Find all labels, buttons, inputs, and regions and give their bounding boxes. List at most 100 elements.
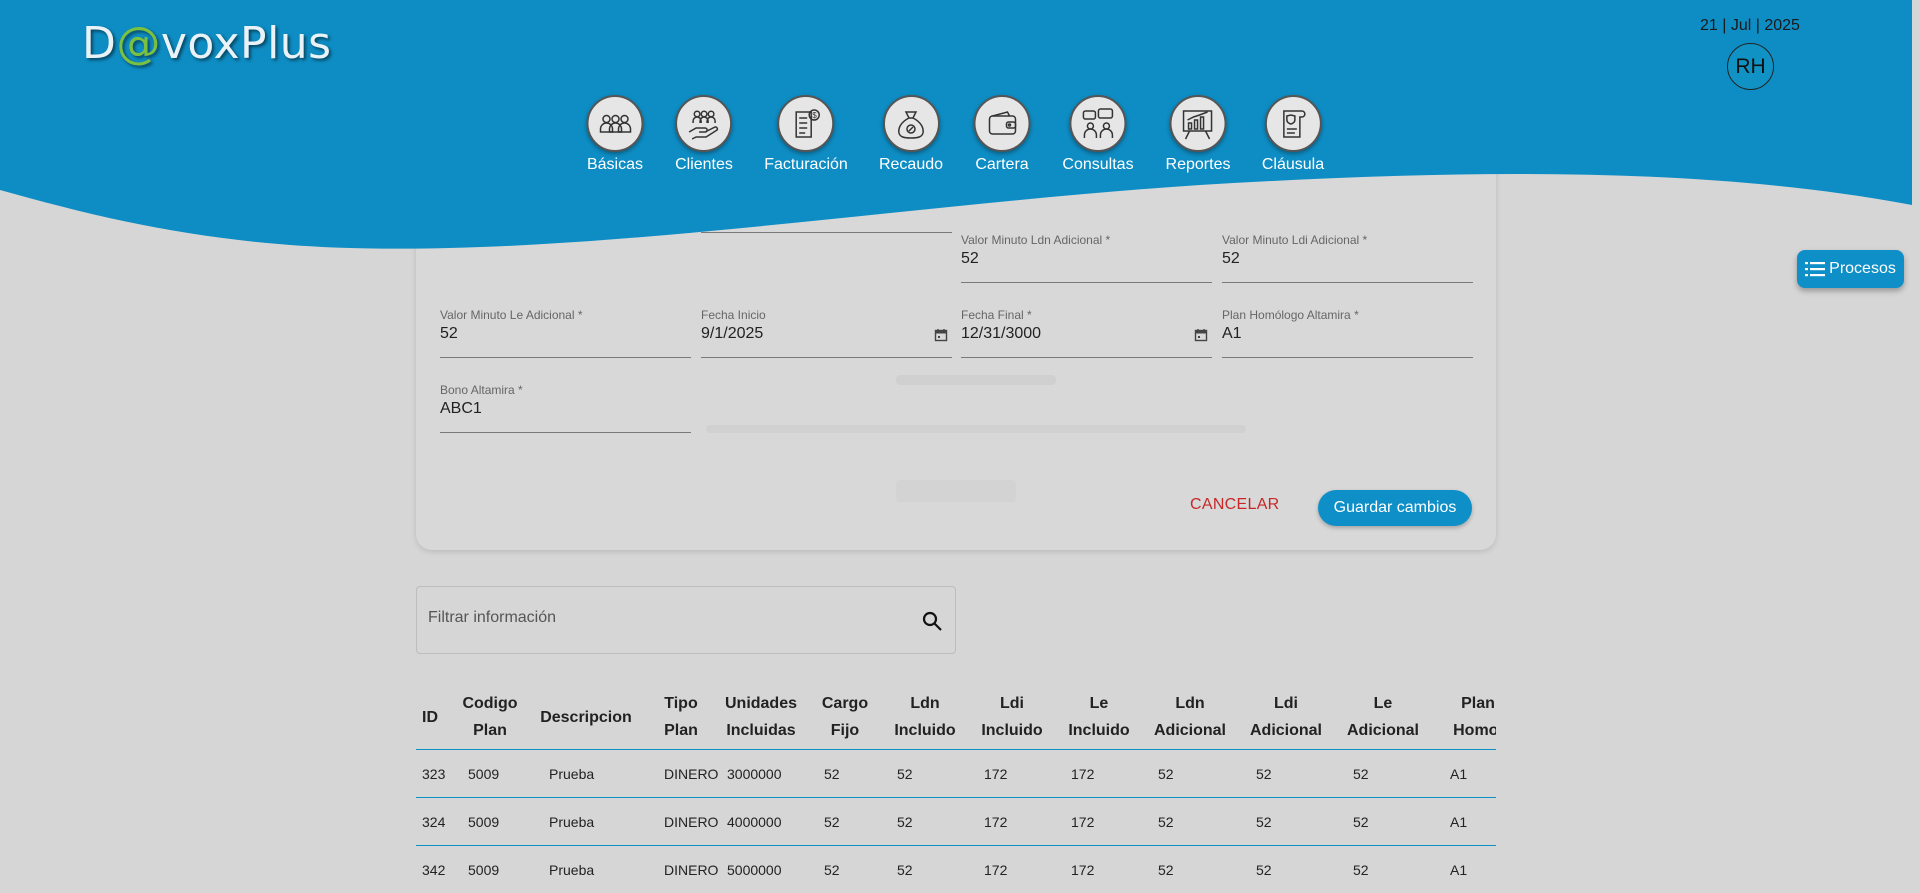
- column-header-descripcion[interactable]: Descripcion: [540, 684, 632, 750]
- cell-unidades: 4000000: [727, 813, 782, 830]
- filter-input[interactable]: [428, 609, 888, 627]
- column-header-id[interactable]: ID: [416, 684, 444, 750]
- cell-cargo: 52: [824, 765, 840, 782]
- column-header-tipo-plan[interactable]: Tipo Plan: [660, 684, 702, 750]
- table-row[interactable]: 342 5009 Prueba DINERO 5000000 52 52 172…: [416, 846, 1496, 893]
- money-bag-icon: [898, 110, 924, 139]
- calendar-icon[interactable]: [1194, 328, 1208, 342]
- end-date-field[interactable]: Fecha Final * 12/31/3000: [961, 308, 1212, 358]
- save-changes-button[interactable]: Guardar cambios: [1318, 490, 1472, 526]
- cell-le-adic: 52: [1353, 861, 1369, 878]
- field-value: 52: [961, 250, 979, 267]
- logo-letter: D: [82, 18, 117, 69]
- ldn-included-field[interactable]: 172: [440, 183, 691, 233]
- nav-facturacion[interactable]: $ Facturación: [764, 95, 848, 174]
- contract-icon: [1283, 109, 1306, 138]
- cell-tipo: DINERO: [664, 765, 719, 782]
- field-value: 172: [701, 200, 728, 217]
- cell-id: 323: [422, 765, 446, 782]
- field-value: 52: [440, 325, 458, 342]
- faded-overlay-text: [896, 375, 1056, 385]
- cell-le-incl: 172: [1071, 765, 1095, 782]
- ldi-included-field[interactable]: 172: [701, 183, 952, 233]
- nav-clientes[interactable]: Clientes: [675, 95, 733, 174]
- column-header-ldn-incluido[interactable]: Ldn Incluido: [892, 684, 958, 750]
- cell-ldn-incl: 52: [897, 861, 913, 878]
- app-logo[interactable]: D@voxPlus: [82, 18, 332, 69]
- filter-box: [416, 586, 956, 654]
- field-value: 9/1/2025: [701, 325, 764, 342]
- group-icon: [599, 114, 631, 133]
- nav-label: Reportes: [1165, 156, 1231, 173]
- cell-ldn-adic: 52: [1158, 861, 1174, 878]
- column-header-le-adicional[interactable]: Le Adicional: [1346, 684, 1420, 750]
- calendar-icon[interactable]: [934, 328, 948, 342]
- cell-ldi-adic: 52: [1256, 861, 1272, 878]
- cell-ldi-incl: 172: [984, 813, 1008, 830]
- cell-le-incl: 172: [1071, 861, 1095, 878]
- faded-overlay-text: [706, 425, 1246, 433]
- ldn-additional-field[interactable]: Valor Minuto Ldn Adicional * 52: [961, 233, 1212, 283]
- table-row[interactable]: 323 5009 Prueba DINERO 3000000 52 52 172…: [416, 750, 1496, 798]
- logo-text: voxPlus: [160, 18, 332, 69]
- nav-clausula[interactable]: Cláusula: [1262, 95, 1324, 174]
- cell-ldn-adic: 52: [1158, 813, 1174, 830]
- cell-unidades: 5000000: [727, 861, 782, 878]
- procesos-button[interactable]: Procesos: [1797, 250, 1904, 288]
- field-label: Bono Altamira *: [440, 383, 523, 397]
- cell-plan-hom: A1: [1450, 765, 1468, 782]
- cell-codigo: 5009: [468, 813, 500, 830]
- column-header-ldi-incluido[interactable]: Ldi Incluido: [979, 684, 1045, 750]
- nav-recaudo[interactable]: Recaudo: [879, 95, 943, 174]
- main-nav: Básicas Clientes $ Facturación Recaudo C…: [0, 95, 1920, 185]
- homolog-plan-field[interactable]: Plan Homólogo Altamira * A1: [1222, 308, 1473, 358]
- cell-plan-hom: A1: [1450, 813, 1468, 830]
- nav-label: Consultas: [1062, 156, 1134, 173]
- search-icon[interactable]: [921, 610, 943, 632]
- start-date-field[interactable]: Fecha Inicio 9/1/2025: [701, 308, 952, 358]
- column-header-cargo-fijo[interactable]: Cargo Fijo: [819, 684, 871, 750]
- field-value: 172: [440, 200, 467, 217]
- table-header: ID Codigo Plan Descripcion Tipo Plan Uni…: [416, 684, 1496, 750]
- nav-cartera[interactable]: Cartera: [973, 95, 1031, 174]
- nav-label: Cartera: [975, 156, 1029, 173]
- cell-ldn-incl: 52: [897, 813, 913, 830]
- nav-reportes[interactable]: Reportes: [1165, 95, 1231, 174]
- field-value: ABC1: [440, 400, 482, 417]
- nav-label: Básicas: [586, 156, 644, 173]
- cell-ldi-adic: 52: [1256, 765, 1272, 782]
- wallet-icon: [988, 110, 1016, 135]
- list-icon: [1805, 262, 1826, 277]
- field-value: A1: [1222, 325, 1242, 342]
- nav-label: Cláusula: [1261, 156, 1325, 173]
- invoice-icon: $: [795, 108, 820, 138]
- cell-descripcion: Prueba: [549, 765, 595, 782]
- column-header-ldn-adicional[interactable]: Ldn Adicional: [1153, 684, 1227, 750]
- cancel-button[interactable]: CANCELAR: [1190, 496, 1280, 514]
- cell-descripcion: Prueba: [549, 861, 595, 878]
- ldi-additional-field[interactable]: Valor Minuto Ldi Adicional * 52: [1222, 233, 1473, 283]
- current-date: 21 | Jul | 2025: [1700, 17, 1800, 34]
- cell-ldi-incl: 172: [984, 765, 1008, 782]
- nav-basicas[interactable]: Básicas: [586, 95, 644, 174]
- cell-ldn-incl: 52: [897, 765, 913, 782]
- cell-unidades: 3000000: [727, 765, 782, 782]
- column-header-plan-homologo[interactable]: Plan Homol: [1441, 684, 1496, 750]
- column-header-ldi-adicional[interactable]: Ldi Adicional: [1249, 684, 1323, 750]
- altamira-bonus-field[interactable]: Bono Altamira * ABC1: [440, 383, 691, 433]
- consult-icon: [1082, 107, 1113, 138]
- column-header-unidades[interactable]: Unidades Incluidas: [724, 684, 798, 750]
- report-chart-icon: [1183, 109, 1213, 139]
- column-header-codigo-plan[interactable]: Codigo Plan: [460, 684, 520, 750]
- column-header-le-incluido[interactable]: Le Incluido: [1066, 684, 1132, 750]
- le-additional-field[interactable]: Valor Minuto Le Adicional * 52: [440, 308, 691, 358]
- cell-codigo: 5009: [468, 765, 500, 782]
- cell-ldn-adic: 52: [1158, 765, 1174, 782]
- cell-codigo: 5009: [468, 861, 500, 878]
- field-label: Fecha Inicio: [701, 308, 766, 322]
- nav-consultas[interactable]: Consultas: [1062, 95, 1134, 174]
- table-row[interactable]: 324 5009 Prueba DINERO 4000000 52 52 172…: [416, 798, 1496, 846]
- cell-ldi-incl: 172: [984, 861, 1008, 878]
- user-avatar[interactable]: RH: [1727, 43, 1774, 90]
- field-label: Valor Minuto Ldn Adicional *: [961, 233, 1111, 247]
